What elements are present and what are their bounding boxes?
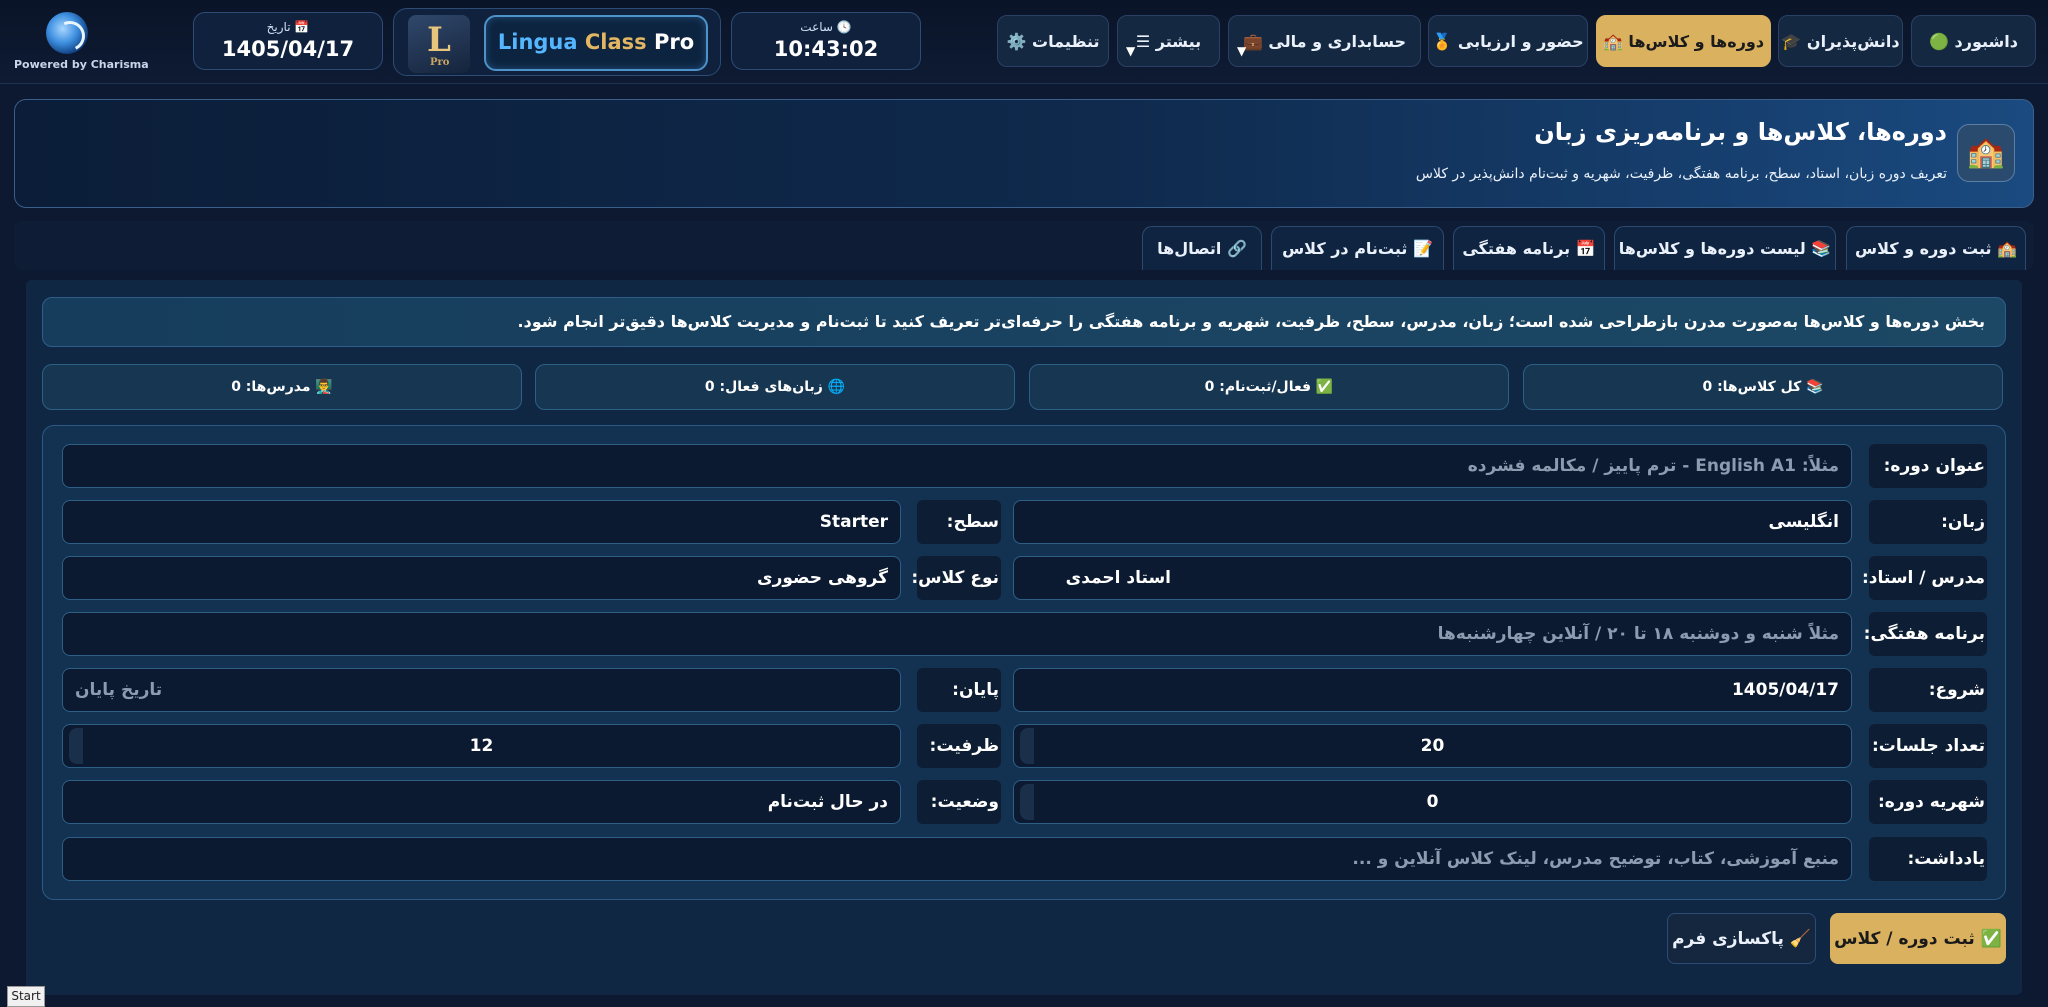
info-notice: بخش دوره‌ها و کلاس‌ها به‌صورت مدرن بازطر… — [42, 297, 2006, 347]
capacity-input[interactable]: 12 — [62, 724, 901, 768]
page-subtitle: تعریف دوره زبان، استاد، سطح، برنامه هفتگ… — [1415, 166, 1947, 182]
time-box: ساعت 🕓 10:43:02 — [731, 12, 921, 70]
spinner-icon[interactable] — [1020, 728, 1034, 764]
date-label: تاریخ 📅 — [266, 20, 310, 34]
class-type-select[interactable]: گروهی حضوری — [62, 556, 901, 600]
nav-students[interactable]: دانش‌پذیران 🎓 — [1778, 15, 1903, 67]
tab-bar: 🏫 ثبت دوره و کلاس 📚 لیست دوره‌ها و کلاس‌… — [14, 221, 2034, 270]
schedule-input[interactable]: مثلاً شنبه و دوشنبه ۱۸ تا ۲۰ / آنلاین چه… — [62, 612, 1852, 656]
app-title: Lingua Class Pro — [484, 15, 708, 71]
top-bar: Powered by Charisma تاریخ 📅 1405/04/17 L… — [0, 0, 2048, 84]
teacher-label: مدرس / استاد: — [1862, 556, 1987, 600]
brand: Powered by Charisma — [10, 10, 149, 74]
status-select[interactable]: در حال ثبت‌نام — [62, 780, 901, 824]
tab-register-course[interactable]: 🏫 ثبت دوره و کلاس — [1846, 226, 2026, 270]
start-date-label: شروع: — [1869, 668, 1987, 712]
language-label: زبان: — [1869, 500, 1987, 544]
page-title: دوره‌ها، کلاس‌ها و برنامه‌ریزی زبان — [1534, 118, 1947, 146]
spinner-icon[interactable] — [1020, 784, 1034, 820]
stat-active-classes: ✅ فعال/ثبت‌نام: 0 — [1029, 364, 1509, 410]
nav-settings[interactable]: تنظیمات ⚙️ — [997, 15, 1109, 67]
charisma-logo-icon — [46, 12, 88, 54]
nav-attendance[interactable]: حضور و ارزیابی 🏅 — [1428, 15, 1588, 67]
end-date-input[interactable]: تاریخ پایان — [62, 668, 901, 712]
fee-input[interactable]: 0 — [1013, 780, 1852, 824]
teacher-input[interactable]: استاد احمدی — [1013, 556, 1852, 600]
fee-label: شهریه دوره: — [1869, 780, 1987, 824]
tab-weekly-schedule[interactable]: 📅 برنامه هفتگی — [1453, 226, 1605, 270]
start-date-input[interactable]: 1405/04/17 — [1013, 668, 1852, 712]
powered-by-text: Powered by Charisma — [14, 58, 149, 71]
course-title-label: عنوان دوره: — [1869, 444, 1987, 488]
sessions-label: تعداد جلسات: — [1869, 724, 1987, 768]
language-select[interactable]: انگلیسی — [1013, 500, 1852, 544]
tab-connections[interactable]: 🔗 اتصال‌ها — [1142, 226, 1262, 270]
stat-total-classes: 📚 کل کلاس‌ها: 0 — [1523, 364, 2003, 410]
capacity-label: ظرفیت: — [917, 724, 1001, 768]
course-title-input[interactable]: مثلاً: English A1 - ترم پاییز / مکالمه ف… — [62, 444, 1852, 488]
date-box: تاریخ 📅 1405/04/17 — [193, 12, 383, 70]
time-value: 10:43:02 — [773, 37, 879, 61]
time-label: ساعت 🕓 — [800, 20, 852, 34]
course-form — [42, 425, 2006, 900]
stat-teachers: 👨‍🏫 مدرس‌ها: 0 — [42, 364, 522, 410]
clear-form-button[interactable]: 🧹 پاکسازی فرم — [1667, 913, 1816, 964]
nav-dashboard[interactable]: داشبورد 🟢 — [1911, 15, 2036, 67]
stat-active-languages: 🌐 زبان‌های فعال: 0 — [535, 364, 1015, 410]
status-label: وضعیت: — [917, 780, 1001, 824]
level-label: سطح: — [917, 500, 1001, 544]
app-branding: L Pro Lingua Class Pro — [393, 8, 721, 76]
tab-course-list[interactable]: 📚 لیست دوره‌ها و کلاس‌ها — [1614, 226, 1836, 270]
save-course-button[interactable]: ✅ ثبت دوره / کلاس — [1830, 913, 2006, 964]
spinner-icon[interactable] — [69, 728, 83, 764]
class-type-label: نوع کلاس: — [911, 556, 1001, 600]
app-logo-icon: L Pro — [408, 15, 470, 73]
page-header: 🏫 دوره‌ها، کلاس‌ها و برنامه‌ریزی زبان تع… — [14, 99, 2034, 208]
start-button[interactable]: Start — [7, 986, 45, 1007]
schedule-label: برنامه هفتگی: — [1864, 612, 1987, 656]
tab-class-enrollment[interactable]: 📝 ثبت‌نام در کلاس — [1271, 226, 1444, 270]
nav-more[interactable]: بیشتر ☰ ▼ — [1117, 15, 1220, 67]
nav-courses[interactable]: دوره‌ها و کلاس‌ها 🏫 — [1596, 15, 1771, 67]
date-value: 1405/04/17 — [221, 37, 355, 61]
note-label: یادداشت: — [1869, 837, 1987, 881]
note-input[interactable]: منبع آموزشی، کتاب، توضیح مدرس، لینک کلاس… — [62, 837, 1852, 881]
nav-accounting[interactable]: حسابداری و مالی 💼 ▼ — [1228, 15, 1421, 67]
sessions-input[interactable]: 20 — [1013, 724, 1852, 768]
chevron-down-icon: ▼ — [1126, 44, 1136, 58]
school-icon: 🏫 — [1957, 124, 2015, 182]
end-date-label: پایان: — [917, 668, 1001, 712]
chevron-down-icon: ▼ — [1237, 44, 1247, 58]
level-select[interactable]: Starter — [62, 500, 901, 544]
